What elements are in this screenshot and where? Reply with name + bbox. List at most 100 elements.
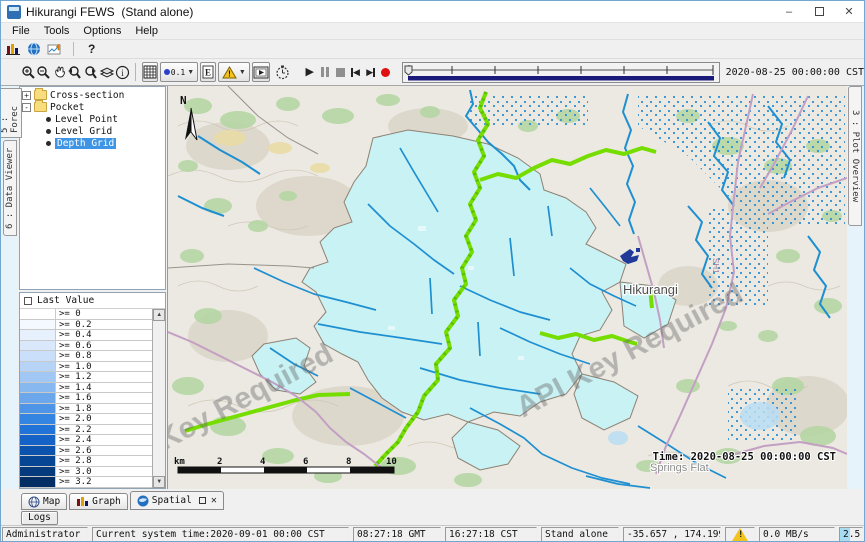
last-value-checkbox[interactable] xyxy=(24,297,32,305)
maximize-button[interactable] xyxy=(804,1,834,22)
status-bar: Administrator Current system time:2020-0… xyxy=(1,526,864,542)
legend-row: >= 0 xyxy=(20,309,152,320)
legend-swatch xyxy=(20,320,56,330)
legend-scale: >= 0 >= 0.2 >= 0.4 >= 0.6 >= 0.8 >= 1.0 … xyxy=(20,309,152,488)
menu-help[interactable]: Help xyxy=(128,25,165,37)
minimize-button[interactable]: – xyxy=(774,1,804,22)
tab-close-icon[interactable]: ✕ xyxy=(211,495,217,506)
legend-panel: Last Value >= 0 >= 0.2 >= 0.4 >= 0.6 >= … xyxy=(19,292,166,489)
spatial-display-icon[interactable] xyxy=(47,42,63,56)
legend-swatch xyxy=(20,425,56,435)
zoom-out-button[interactable] xyxy=(36,62,51,82)
logs-button[interactable]: Logs xyxy=(21,511,58,525)
legend-swatch xyxy=(20,414,56,424)
legend-swatch xyxy=(20,477,56,487)
scroll-up-icon[interactable]: ▲ xyxy=(153,309,165,321)
grid-display-button[interactable] xyxy=(142,62,158,82)
zoom-next-button[interactable] xyxy=(83,62,99,82)
legend-swatch xyxy=(20,404,56,414)
tab-plot-overview[interactable]: 3 : Plot Overview xyxy=(848,86,862,226)
locality-label: Springs Flat xyxy=(650,462,709,474)
threshold-dot-icon xyxy=(164,69,170,75)
chevron-down-icon: ▼ xyxy=(187,69,194,76)
legend-row: >= 2.4 xyxy=(20,435,152,446)
wire-globe-icon xyxy=(28,496,40,508)
pause-button[interactable] xyxy=(317,62,332,82)
legend-swatch xyxy=(20,383,56,393)
tree-node-cross-section[interactable]: + Cross-section xyxy=(22,89,165,101)
tab-spatial[interactable]: Spatial ✕ xyxy=(130,491,224,510)
legend-swatch xyxy=(20,351,56,361)
expand-icon[interactable]: + xyxy=(22,91,31,100)
tree-node-level-point[interactable]: Level Point xyxy=(22,113,165,125)
collapse-icon[interactable]: - xyxy=(22,103,31,112)
menu-tools[interactable]: Tools xyxy=(37,25,77,37)
tab-graph[interactable]: Graph xyxy=(69,493,128,510)
zoom-previous-button[interactable] xyxy=(67,62,83,82)
play-button[interactable]: ▶ xyxy=(302,62,317,82)
map-canvas[interactable]: API Key Required API Key Required Hikura… xyxy=(167,86,846,489)
timeline-handle[interactable] xyxy=(405,66,412,75)
timeline-span-bar xyxy=(408,76,714,81)
explorer-icon[interactable] xyxy=(5,42,21,56)
timeline-slider[interactable] xyxy=(402,62,720,83)
tab-graph-label: Graph xyxy=(92,496,121,507)
tab-map[interactable]: Map xyxy=(21,493,67,510)
help-button[interactable]: ? xyxy=(84,42,99,56)
menu-bar: File Tools Options Help xyxy=(1,23,864,40)
info-button[interactable]: i xyxy=(115,62,130,82)
tree-node-label: Cross-section xyxy=(50,90,124,101)
zoom-in-button[interactable] xyxy=(21,62,36,82)
tree-node-pocket[interactable]: - Pocket xyxy=(22,101,165,113)
step-back-button[interactable]: ◀ xyxy=(348,62,363,82)
globe-icon xyxy=(137,495,149,507)
tree-node-level-grid[interactable]: Level Grid xyxy=(22,125,165,137)
warning-dropdown[interactable]: !▼ xyxy=(218,62,250,82)
legend-row: >= 0.6 xyxy=(20,341,152,352)
legend-row: >= 0.4 xyxy=(20,330,152,341)
step-forward-button[interactable]: ▶ xyxy=(363,62,378,82)
svg-text:i: i xyxy=(121,68,124,78)
stop-button[interactable] xyxy=(333,62,348,82)
folder-icon xyxy=(34,102,47,112)
pan-icon[interactable] xyxy=(52,62,67,82)
tree-node-label: Level Point xyxy=(55,114,118,125)
tab-maximize-icon[interactable] xyxy=(199,497,206,504)
map-toolbar: i 0.1▼ E !▼ ▶ ◀ ▶ 2020-08-25 00:00:00 CS… xyxy=(1,59,864,86)
record-button[interactable] xyxy=(378,62,393,82)
status-coordinates: -35.657 , 174.199 xyxy=(623,527,721,542)
tab-forecasts[interactable]: 5 : Forec xyxy=(0,88,22,138)
bullet-icon xyxy=(46,117,51,122)
legend-button[interactable]: E xyxy=(200,62,216,82)
layers-icon[interactable] xyxy=(99,62,115,82)
town-label: Hikurangi xyxy=(623,282,678,297)
data-viewer-panel: + Cross-section - Pocket Level Point Lev… xyxy=(18,86,167,489)
globe-icon[interactable] xyxy=(27,42,41,56)
play-icon: ▶ xyxy=(305,67,313,78)
filter-tree[interactable]: + Cross-section - Pocket Level Point Lev… xyxy=(19,86,166,290)
status-warning-cell[interactable] xyxy=(725,527,755,542)
timer-icon[interactable] xyxy=(275,62,290,82)
menu-options[interactable]: Options xyxy=(76,25,128,37)
tab-spatial-label: Spatial xyxy=(152,495,192,506)
tree-node-depth-grid-selected[interactable]: Depth Grid xyxy=(22,137,165,149)
legend-swatch xyxy=(20,393,56,403)
status-mode: Stand alone xyxy=(541,527,619,542)
menu-file[interactable]: File xyxy=(5,25,37,37)
app-icon xyxy=(7,5,21,19)
close-button[interactable]: ✕ xyxy=(834,1,864,22)
legend-swatch xyxy=(20,330,56,340)
scroll-down-icon[interactable]: ▼ xyxy=(153,476,165,488)
movie-button[interactable] xyxy=(252,62,270,82)
legend-row: >= 1.2 xyxy=(20,372,152,383)
tab-data-viewer[interactable]: 6 : Data Viewer xyxy=(3,140,17,236)
legend-swatch xyxy=(20,435,56,445)
svg-text:2: 2 xyxy=(217,457,222,467)
threshold-dropdown[interactable]: 0.1▼ xyxy=(160,62,198,82)
status-local-time: 16:27:18 CST xyxy=(445,527,537,542)
warning-icon xyxy=(732,528,748,541)
legend-scrollbar[interactable]: ▲ ▼ xyxy=(152,309,165,488)
svg-text:10: 10 xyxy=(386,457,397,467)
toolbar-separator xyxy=(73,42,74,56)
svg-text:E: E xyxy=(205,68,211,78)
